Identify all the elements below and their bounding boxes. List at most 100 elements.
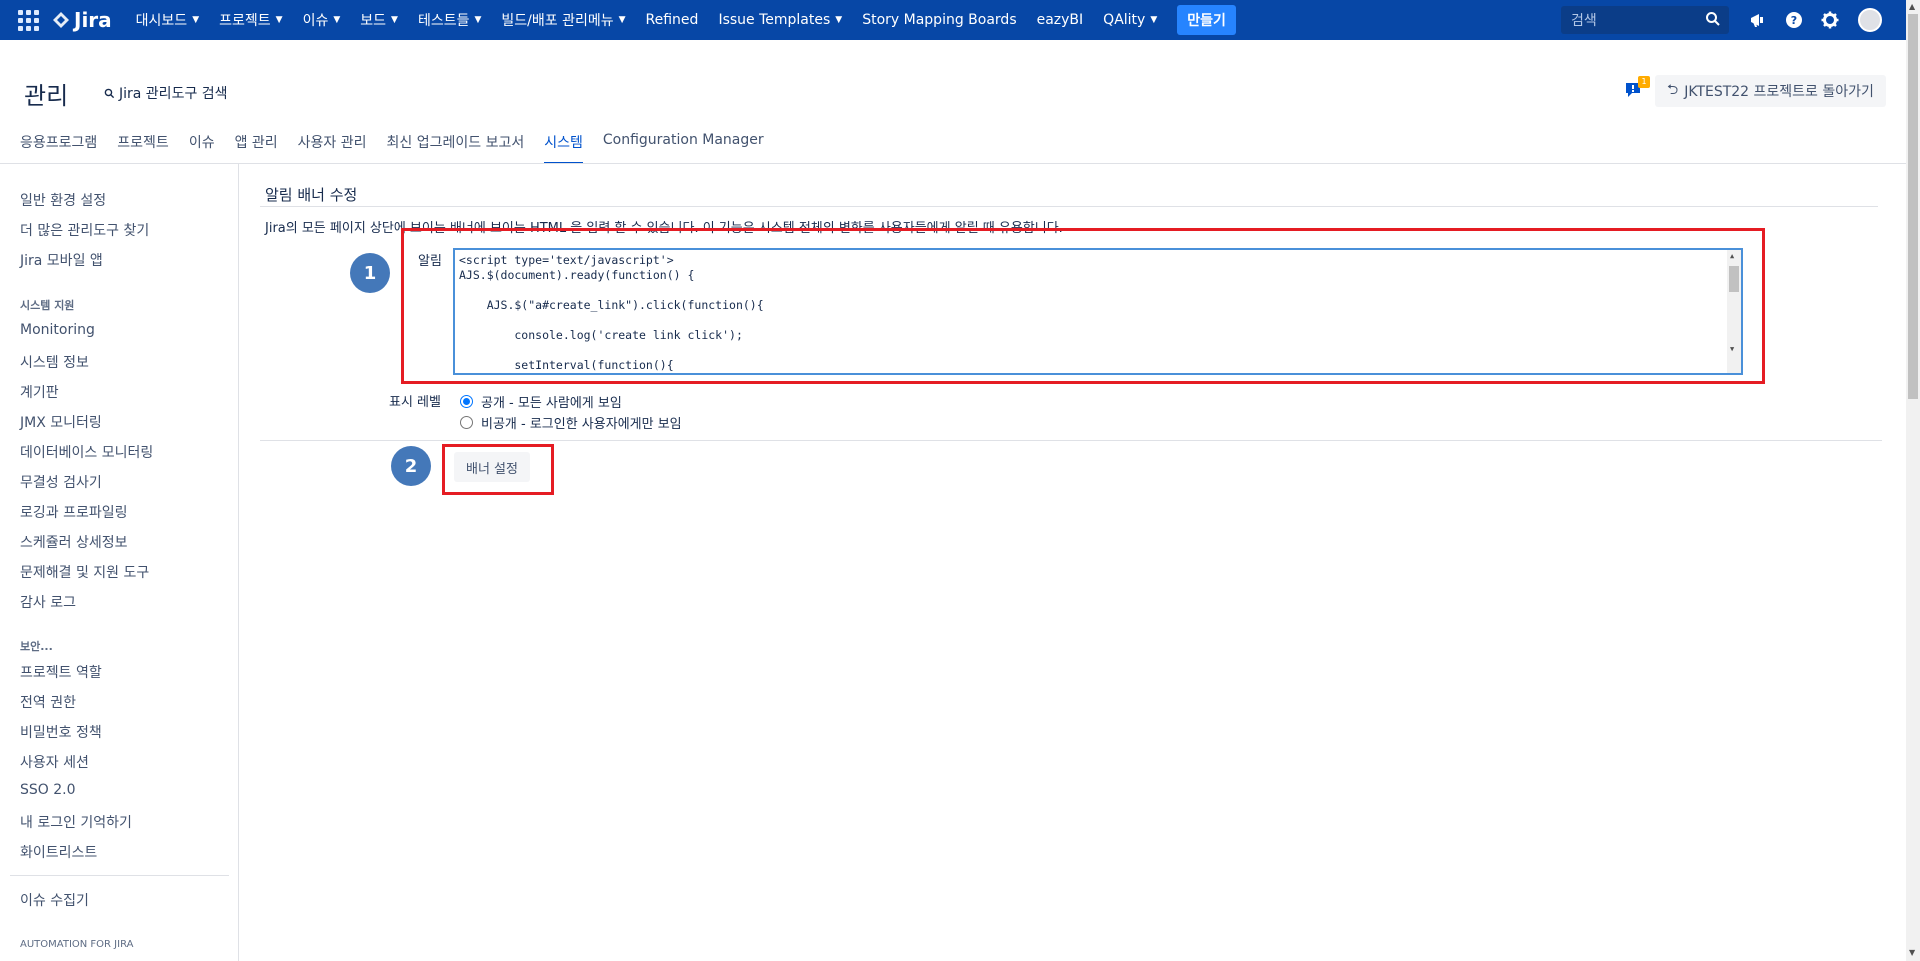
visibility-option-public[interactable]: 공개 - 모든 사람에게 보임 [460,392,622,411]
sidebar-divider [10,875,229,876]
tab-manage-apps[interactable]: 앱 관리 [235,132,278,164]
nav-item-qality[interactable]: QAlity ▼ [1093,0,1167,40]
code-line: <script type='text/javascript'> [459,253,674,267]
chevron-down-icon: ▼ [1150,15,1158,25]
scroll-down-arrow-icon[interactable]: ▼ [1909,948,1915,957]
chevron-down-icon: ▼ [275,15,283,25]
admin-tabs: 응용프로그램 프로젝트 이슈 앱 관리 사용자 관리 최신 업그레이드 보고서 … [20,132,784,164]
help-icon[interactable]: ? [1782,8,1806,32]
nav-item-label: QAlity [1103,12,1146,28]
sidebar-item-general-config[interactable]: 일반 환경 설정 [20,190,106,210]
textarea-scrollbar-thumb[interactable] [1729,266,1739,292]
sidebar-heading-system-support: 시스템 지원 [20,299,75,312]
sidebar-item-password-policy[interactable]: 비밀번호 정책 [20,722,102,742]
sidebar-item-jira-mobile-app[interactable]: Jira 모바일 앱 [20,250,103,270]
nav-item-label: 빌드/배포 관리메뉴 [501,13,614,29]
nav-item-build-deploy[interactable]: 빌드/배포 관리메뉴 ▼ [491,0,635,40]
nav-item-label: Refined [645,12,699,28]
app-switcher-icon[interactable] [16,8,40,32]
tab-issues[interactable]: 이슈 [189,132,215,164]
annotation-step-2: 2 [391,446,431,486]
back-to-project-label: JKTEST22 프로젝트로 돌아가기 [1684,84,1874,100]
code-line: AJS.$(document).ready(function() { [459,268,695,282]
admin-sidebar: 일반 환경 설정 더 많은 관리도구 찾기 Jira 모바일 앱 시스템 지원 … [0,164,239,961]
nav-item-story-mapping[interactable]: Story Mapping Boards [852,0,1026,40]
nav-item-label: Issue Templates [718,12,831,28]
code-line: setInterval(function(){ [459,358,674,372]
nav-item-label: 이슈 [302,13,329,29]
user-avatar[interactable] [1858,8,1882,32]
scroll-down-arrow-icon[interactable]: ▼ [1730,345,1734,353]
scroll-up-arrow-icon[interactable]: ▲ [1909,2,1915,11]
sidebar-item-system-info[interactable]: 시스템 정보 [20,352,89,372]
visibility-option-label: 비공개 - 로그인한 사용자에게만 보임 [481,417,682,432]
nav-item-dashboards[interactable]: 대시보드 ▼ [126,0,209,40]
scroll-up-arrow-icon[interactable]: ▲ [1730,252,1734,260]
nav-item-label: Story Mapping Boards [862,12,1017,28]
tab-upgrade-report[interactable]: 최신 업그레이드 보고서 [387,132,525,164]
global-search-input[interactable]: 검색 [1561,6,1729,34]
tab-projects[interactable]: 프로젝트 [117,132,169,164]
sidebar-item-user-sessions[interactable]: 사용자 세션 [20,752,89,772]
nav-item-refined[interactable]: Refined [636,0,709,40]
sidebar-item-database-monitoring[interactable]: 데이터베이스 모니터링 [20,442,153,462]
page-scrollbar[interactable]: ▲ ▼ [1906,0,1920,961]
notification-badge: 1 [1638,76,1650,88]
textarea-scrollbar[interactable]: ▲ ▼ [1727,250,1741,373]
sidebar-item-integrity-checker[interactable]: 무결성 검사기 [20,472,102,492]
search-icon [104,88,115,98]
radio-button[interactable] [460,416,473,429]
nav-item-tests[interactable]: 테스트들 ▼ [408,0,491,40]
sidebar-item-troubleshooting-support[interactable]: 문제해결 및 지원 도구 [20,562,149,582]
tab-configuration-manager[interactable]: Configuration Manager [603,132,764,164]
set-banner-button[interactable]: 배너 설정 [454,452,530,482]
nav-item-eazybi[interactable]: eazyBI [1027,0,1094,40]
radio-button-checked[interactable] [460,395,473,408]
nav-item-projects[interactable]: 프로젝트 ▼ [209,0,292,40]
scrollbar-thumb[interactable] [1908,14,1918,399]
jira-logo[interactable]: Jira [52,8,112,32]
back-arrow-icon: ⮌ [1667,82,1679,98]
tab-applications[interactable]: 응용프로그램 [20,132,97,164]
sidebar-item-sso[interactable]: SSO 2.0 [20,782,76,798]
nav-item-label: 대시보드 [135,13,188,29]
announcement-textarea[interactable]: <script type='text/javascript'> AJS.$(do… [453,248,1743,375]
jira-logo-icon [53,12,69,28]
sidebar-item-remember-my-login[interactable]: 내 로그인 기억하기 [20,812,132,832]
nav-item-boards[interactable]: 보드 ▼ [350,0,408,40]
sidebar-item-scheduler-details[interactable]: 스케쥴러 상세정보 [20,532,128,552]
visibility-option-label: 공개 - 모든 사람에게 보임 [481,396,622,411]
nav-item-issue-templates[interactable]: Issue Templates ▼ [708,0,852,40]
announcement-label: 알림 [418,254,442,269]
sidebar-item-find-more-admin-tools[interactable]: 더 많은 관리도구 찾기 [20,220,149,240]
tab-user-management[interactable]: 사용자 관리 [298,132,367,164]
sidebar-heading-automation: AUTOMATION FOR JIRA [20,939,134,950]
sidebar-item-instrumentation[interactable]: 계기판 [20,382,59,402]
sidebar-item-monitoring[interactable]: Monitoring [20,322,95,338]
admin-search-link[interactable]: Jira 관리도구 검색 [104,83,228,103]
chevron-down-icon: ▼ [391,15,398,25]
visibility-option-private[interactable]: 비공개 - 로그인한 사용자에게만 보임 [460,413,682,432]
search-placeholder: 검색 [1571,13,1597,29]
settings-gear-icon[interactable] [1818,8,1842,32]
jira-logo-text: Jira [74,8,112,32]
back-to-project-button[interactable]: ⮌ JKTEST22 프로젝트로 돌아가기 [1655,75,1886,107]
nav-item-label: 보드 [360,13,387,29]
nav-item-issues[interactable]: 이슈 ▼ [293,0,351,40]
sidebar-item-issue-collectors[interactable]: 이슈 수집기 [20,890,89,910]
sidebar-item-project-roles[interactable]: 프로젝트 역할 [20,662,102,682]
tab-system[interactable]: 시스템 [544,132,583,164]
nav-item-label: 프로젝트 [219,13,271,29]
sidebar-item-audit-log[interactable]: 감사 로그 [20,592,76,612]
nav-item-label: 테스트들 [417,13,470,29]
tabs-divider [0,163,1906,164]
sidebar-item-jmx-monitoring[interactable]: JMX 모니터링 [20,412,102,432]
sidebar-heading-security: 보안... [20,640,53,653]
sidebar-item-whitelist[interactable]: 화이트리스트 [20,842,97,862]
sidebar-item-logging-profiling[interactable]: 로깅과 프로파일링 [20,502,128,522]
svg-text:?: ? [1791,14,1797,27]
chevron-down-icon: ▼ [192,15,200,25]
megaphone-icon[interactable] [1746,8,1770,32]
sidebar-item-global-permissions[interactable]: 전역 권한 [20,692,76,712]
create-button[interactable]: 만들기 [1177,5,1236,35]
